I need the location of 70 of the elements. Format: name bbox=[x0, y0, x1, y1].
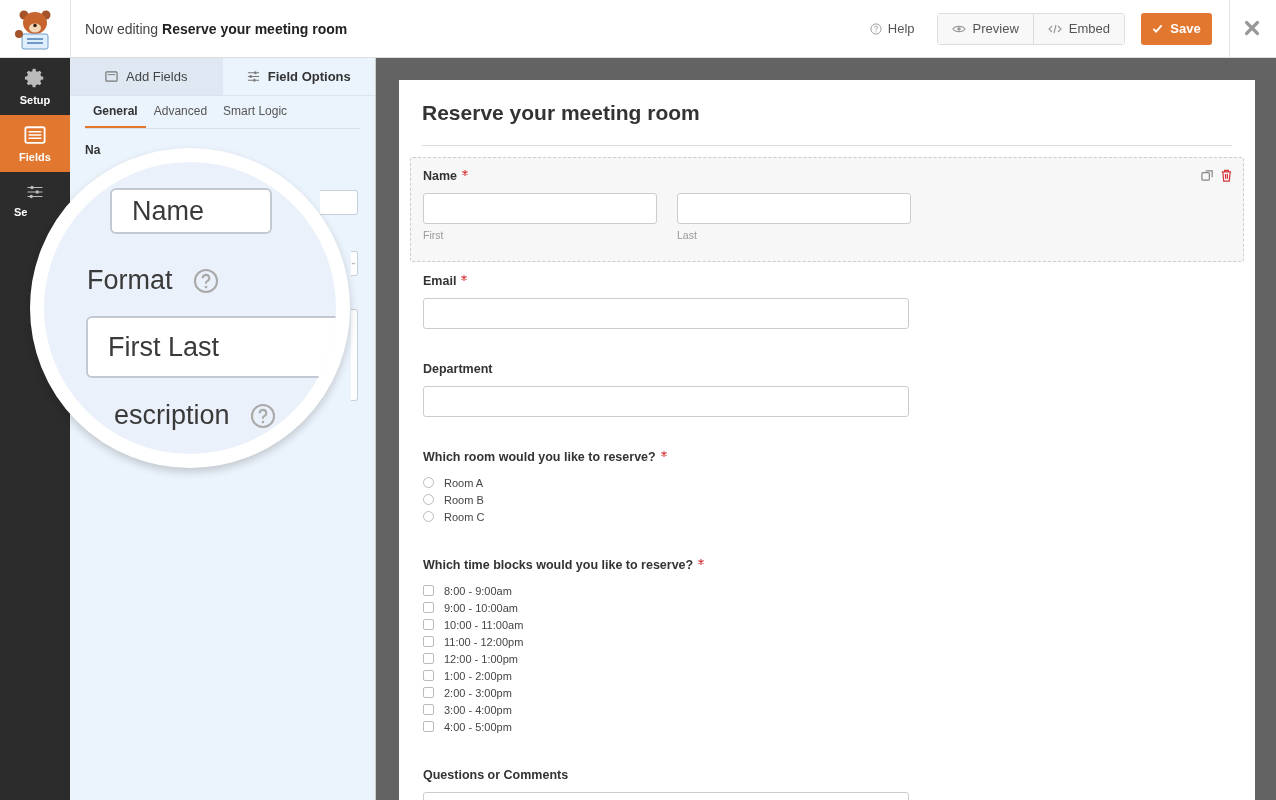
radio-button[interactable] bbox=[423, 511, 434, 522]
sublabel: Last bbox=[677, 229, 698, 241]
label-input[interactable] bbox=[320, 190, 358, 215]
field-label: Email bbox=[423, 274, 457, 288]
checkbox[interactable] bbox=[423, 704, 434, 715]
option-label: 12:00 - 1:00pm bbox=[444, 652, 518, 665]
checkbox[interactable] bbox=[423, 585, 434, 596]
subtab[interactable]: Advanced bbox=[145, 104, 216, 128]
panel-tab[interactable]: Add Fields bbox=[70, 58, 223, 95]
option-label: 11:00 - 12:00pm bbox=[444, 635, 524, 648]
option-label: Room B bbox=[444, 493, 484, 506]
trash-icon[interactable] bbox=[1220, 169, 1233, 182]
checkbox[interactable] bbox=[423, 602, 434, 613]
option-label: 8:00 - 9:00am bbox=[444, 584, 512, 597]
description-label: escription bbox=[114, 400, 230, 431]
field-label: Which time blocks would you like to reserve? bbox=[423, 558, 694, 572]
option-label: Room C bbox=[444, 510, 485, 523]
checkbox[interactable] bbox=[423, 721, 434, 732]
subtab[interactable]: Smart Logic bbox=[215, 104, 296, 128]
option-label: 10:00 - 11:00am bbox=[444, 618, 524, 631]
gear-icon bbox=[24, 67, 46, 89]
format-select[interactable] bbox=[351, 251, 358, 276]
description-textarea[interactable] bbox=[351, 309, 358, 401]
input-field[interactable] bbox=[423, 386, 909, 417]
subtab[interactable]: General bbox=[85, 104, 146, 128]
form-icon bbox=[105, 70, 119, 83]
option-label: 4:00 - 5:00pm bbox=[444, 720, 512, 733]
preview-button[interactable]: Preview bbox=[937, 13, 1033, 44]
check-icon bbox=[1152, 23, 1164, 34]
form-title: Reserve your meeting room bbox=[422, 101, 1232, 146]
field-label: Na bbox=[85, 143, 102, 157]
field-label: Name bbox=[423, 169, 458, 183]
sublabel: First bbox=[423, 229, 445, 241]
editing-title: Now editing Reserve your meeting room bbox=[85, 20, 349, 37]
option-label: 2:00 - 3:00pm bbox=[444, 686, 512, 699]
checkbox[interactable] bbox=[423, 619, 434, 630]
checkbox[interactable] bbox=[423, 636, 434, 647]
field-label: Which room would you like to reserve? bbox=[423, 450, 656, 464]
chevron-icon bbox=[351, 260, 356, 267]
help-icon bbox=[869, 22, 882, 35]
option-label: 9:00 - 10:00am bbox=[444, 601, 518, 614]
option-label: 3:00 - 4:00pm bbox=[444, 703, 512, 716]
field-label: Department bbox=[423, 362, 493, 376]
checkbox[interactable] bbox=[423, 670, 434, 681]
option-label: 1:00 - 2:00pm bbox=[444, 669, 512, 682]
embed-button[interactable]: Embed bbox=[1032, 13, 1124, 44]
field-label: Questions or Comments bbox=[423, 768, 569, 782]
format-select[interactable]: First Last bbox=[86, 316, 336, 378]
sidebar-item[interactable]: Se bbox=[14, 206, 28, 218]
help-icon bbox=[249, 402, 276, 429]
close-icon bbox=[1244, 19, 1260, 36]
selected-field[interactable]: Name First Last bbox=[410, 157, 1244, 262]
close-button[interactable] bbox=[1244, 19, 1262, 38]
option-label: Room A bbox=[444, 476, 484, 489]
input-field[interactable] bbox=[423, 193, 657, 224]
input-field[interactable] bbox=[423, 298, 909, 329]
list-icon bbox=[24, 124, 46, 146]
format-label: Format bbox=[87, 265, 173, 296]
radio-button[interactable] bbox=[423, 477, 434, 488]
checkbox[interactable] bbox=[423, 653, 434, 664]
sliders-icon bbox=[246, 70, 260, 83]
help-button[interactable]: Help bbox=[863, 20, 921, 37]
sidebar-item[interactable]: Setup bbox=[0, 58, 70, 115]
duplicate-icon[interactable] bbox=[1201, 169, 1214, 182]
input-field[interactable] bbox=[677, 193, 911, 224]
label-input[interactable]: Name bbox=[110, 188, 272, 234]
sliders-icon bbox=[26, 183, 44, 201]
help-icon bbox=[192, 267, 219, 294]
checkbox[interactable] bbox=[423, 687, 434, 698]
radio-button[interactable] bbox=[423, 494, 434, 505]
